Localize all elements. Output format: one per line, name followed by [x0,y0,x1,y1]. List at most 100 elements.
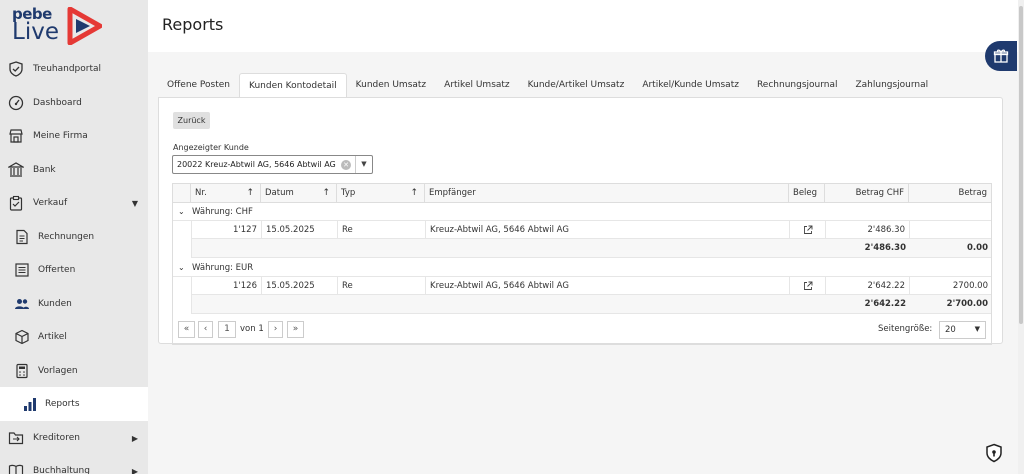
tab-offene-posten[interactable]: Offene Posten [158,73,239,97]
sidebar-item-label: Kunden [38,298,72,309]
sidebar-item-label: Vorlagen [38,365,78,376]
sort-up-icon[interactable]: ↑ [410,184,418,203]
chevron-down-icon[interactable]: ⌄ [178,203,185,221]
tab-artikel-umsatz[interactable]: Artikel Umsatz [435,73,519,97]
cell-betrag: 2700.00 [952,281,988,291]
sidebar-item-label: Artikel [38,332,67,342]
calculator-icon [16,363,28,378]
tab-rechnungsjournal[interactable]: Rechnungsjournal [748,73,847,97]
cell-nr: 1'127 [192,221,262,239]
pager: « ‹ 1 von 1 › » Seitengröße: 20 ▼ [173,316,991,344]
sidebar-item-label: Bank [33,164,56,175]
chevron-down-icon[interactable]: ⌄ [178,259,185,277]
document-icon [16,229,28,244]
column-header-empfaenger[interactable]: Empfänger [425,184,789,203]
group-label: Währung: CHF [192,207,253,217]
customer-field-label: Angezeigter Kunde [173,143,249,152]
sidebar-item-bank[interactable]: Bank [0,153,148,187]
shield-icon [986,443,1002,463]
caret-down-icon: ▼ [974,325,980,333]
customer-select[interactable]: 20022 Kreuz-Abtwil AG, 5646 Abtwil AG ✕ … [172,155,373,174]
page-size-label: Seitengröße: [878,324,933,334]
sidebar-item-label: Treuhandportal [33,64,102,74]
sidebar-item-rechnungen[interactable]: Rechnungen [0,220,148,254]
privacy-shield-button[interactable] [985,443,1003,463]
page-size-value: 20 [945,325,956,335]
account-detail-grid: Nr. ↑ Datum ↑ Typ ↑ Empfänger Beleg Betrag … [172,183,992,345]
caret-down-icon[interactable]: ▼ [355,156,372,173]
store-icon [9,129,23,143]
page-scrollbar[interactable] [1018,0,1024,474]
bank-icon [8,161,24,177]
list-icon [15,263,29,277]
sidebar-item-buchhaltung[interactable]: Buchhaltung ▶ [0,454,148,474]
shield-check-icon [9,61,23,77]
back-button[interactable]: Zurück [173,112,210,129]
column-header-label: Empfänger [429,188,476,198]
column-header-label: Nr. [195,188,207,198]
tab-zahlungsjournal[interactable]: Zahlungsjournal [846,73,937,97]
sort-up-icon[interactable]: ↑ [246,184,254,203]
sidebar-item-kreditoren[interactable]: Kreditoren ▶ [0,421,148,455]
table-row[interactable]: 1'127 15.05.2025 Re Kreuz-Abtwil AG, 564… [191,221,991,239]
customer-select-value[interactable]: 20022 Kreuz-Abtwil AG, 5646 Abtwil AG [177,160,336,169]
logo-play-icon [67,7,102,45]
sidebar-item-label: Buchhaltung [33,466,90,474]
sum-betrag: 2'700.00 [946,299,988,309]
cell-betrag [910,221,992,239]
table-row[interactable]: 1'126 15.05.2025 Re Kreuz-Abtwil AG, 564… [191,277,991,295]
gift-button[interactable] [985,41,1017,71]
column-header-typ[interactable]: Typ ↑ [337,184,425,203]
last-page-button[interactable]: » [287,321,304,338]
tab-artikel-kunde-umsatz[interactable]: Artikel/Kunde Umsatz [633,73,748,97]
sidebar-item-vorlagen[interactable]: Vorlagen [0,354,148,388]
sidebar-item-label: Offerten [38,265,76,275]
next-page-button[interactable]: › [268,321,283,338]
column-header-betrag-chf[interactable]: Betrag CHF [825,184,909,203]
sidebar-item-treuhandportal[interactable]: Treuhandportal [0,52,148,86]
page-number-input[interactable]: 1 [218,321,236,338]
gauge-icon [8,95,24,110]
external-link-icon[interactable] [803,225,813,235]
sidebar-item-artikel[interactable]: Artikel [0,320,148,354]
cell-betrag-chf: 2'642.22 [826,277,910,295]
sidebar-item-label: Rechnungen [38,231,95,242]
sidebar-item-kunden[interactable]: Kunden [0,287,148,321]
column-header-label: Typ [341,188,356,198]
sidebar-item-verkauf[interactable]: Verkauf ▼ [0,186,148,220]
caret-right-icon: ▶ [131,433,138,443]
tab-kunde-artikel-umsatz[interactable]: Kunde/Artikel Umsatz [519,73,634,97]
page-size-select[interactable]: 20 ▼ [939,321,986,339]
users-icon [15,298,29,309]
sidebar-item-label: Dashboard [33,97,82,108]
prev-page-button[interactable]: ‹ [198,321,213,338]
report-panel: Zurück Angezeigter Kunde 20022 Kreuz-Abt… [158,97,1003,345]
scrollbar-thumb[interactable] [1019,6,1023,324]
column-header-nr[interactable]: Nr. ↑ [191,184,261,203]
sidebar-item-label: Reports [45,399,80,409]
sidebar-item-offerten[interactable]: Offerten [0,253,148,287]
cell-empfaenger: Kreuz-Abtwil AG, 5646 Abtwil AG [426,221,790,239]
pebe-live-logo[interactable]: pebe Live [12,5,107,47]
first-page-button[interactable]: « [178,321,195,338]
external-link-icon[interactable] [803,281,813,291]
tab-kunden-kontodetail[interactable]: Kunden Kontodetail [239,73,347,97]
column-header-datum[interactable]: Datum ↑ [261,184,337,203]
sidebar-item-dashboard[interactable]: Dashboard [0,86,148,120]
group-row-chf[interactable]: ⌄ Währung: CHF [173,203,991,221]
sum-betrag-chf: 2'642.22 [864,299,906,309]
folder-icon [8,431,24,444]
logo-text-bottom: Live [12,19,59,45]
clear-icon[interactable]: ✕ [341,160,351,170]
sidebar-item-meine-firma[interactable]: Meine Firma [0,119,148,153]
sidebar-nav: Treuhandportal Dashboard Meine Firma Ban… [0,52,148,474]
bar-chart-icon [24,398,36,411]
cell-betrag-chf: 2'486.30 [826,221,910,239]
column-header-beleg[interactable]: Beleg [789,184,825,203]
group-row-eur[interactable]: ⌄ Währung: EUR [173,259,991,277]
cell-empfaenger: Kreuz-Abtwil AG, 5646 Abtwil AG [426,277,790,295]
column-header-betrag[interactable]: Betrag [909,184,991,203]
sort-up-icon[interactable]: ↑ [322,184,330,203]
sidebar-item-reports[interactable]: Reports [0,387,148,421]
tab-kunden-umsatz[interactable]: Kunden Umsatz [347,73,436,97]
